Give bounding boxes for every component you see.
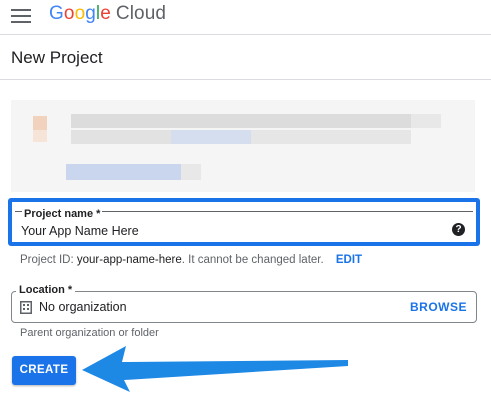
- project-id-suffix: . It cannot be changed later.: [181, 254, 324, 266]
- location-label: Location *: [16, 284, 76, 296]
- title-divider: [0, 79, 491, 80]
- building-icon: [20, 301, 32, 314]
- project-id-row: Project ID: your-app-name-here. It canno…: [20, 254, 362, 266]
- help-circle-icon[interactable]: ?: [452, 223, 465, 236]
- google-cloud-logo[interactable]: Google Cloud: [49, 3, 166, 25]
- hamburger-menu-icon[interactable]: [11, 9, 31, 23]
- new-project-page: Google Cloud New Project Project name * Y…: [0, 0, 491, 396]
- top-bar: Google Cloud: [0, 0, 491, 34]
- project-name-field[interactable]: Project name * Your App Name Here ?: [8, 198, 480, 246]
- project-id-prefix: Project ID:: [20, 254, 77, 266]
- location-value: No organization: [39, 300, 127, 314]
- browse-button[interactable]: BROWSE: [410, 300, 467, 314]
- page-title: New Project: [11, 48, 103, 67]
- create-button[interactable]: CREATE: [12, 356, 76, 385]
- header-divider: [0, 34, 491, 35]
- blurred-notice: [11, 100, 475, 192]
- project-name-label: Project name *: [22, 208, 103, 220]
- pointer-arrow-icon: [82, 346, 348, 392]
- project-name-value[interactable]: Your App Name Here: [21, 224, 139, 238]
- edit-project-id-button[interactable]: EDIT: [336, 254, 362, 266]
- project-id-value: your-app-name-here: [76, 254, 182, 266]
- location-helper-text: Parent organization or folder: [20, 327, 159, 339]
